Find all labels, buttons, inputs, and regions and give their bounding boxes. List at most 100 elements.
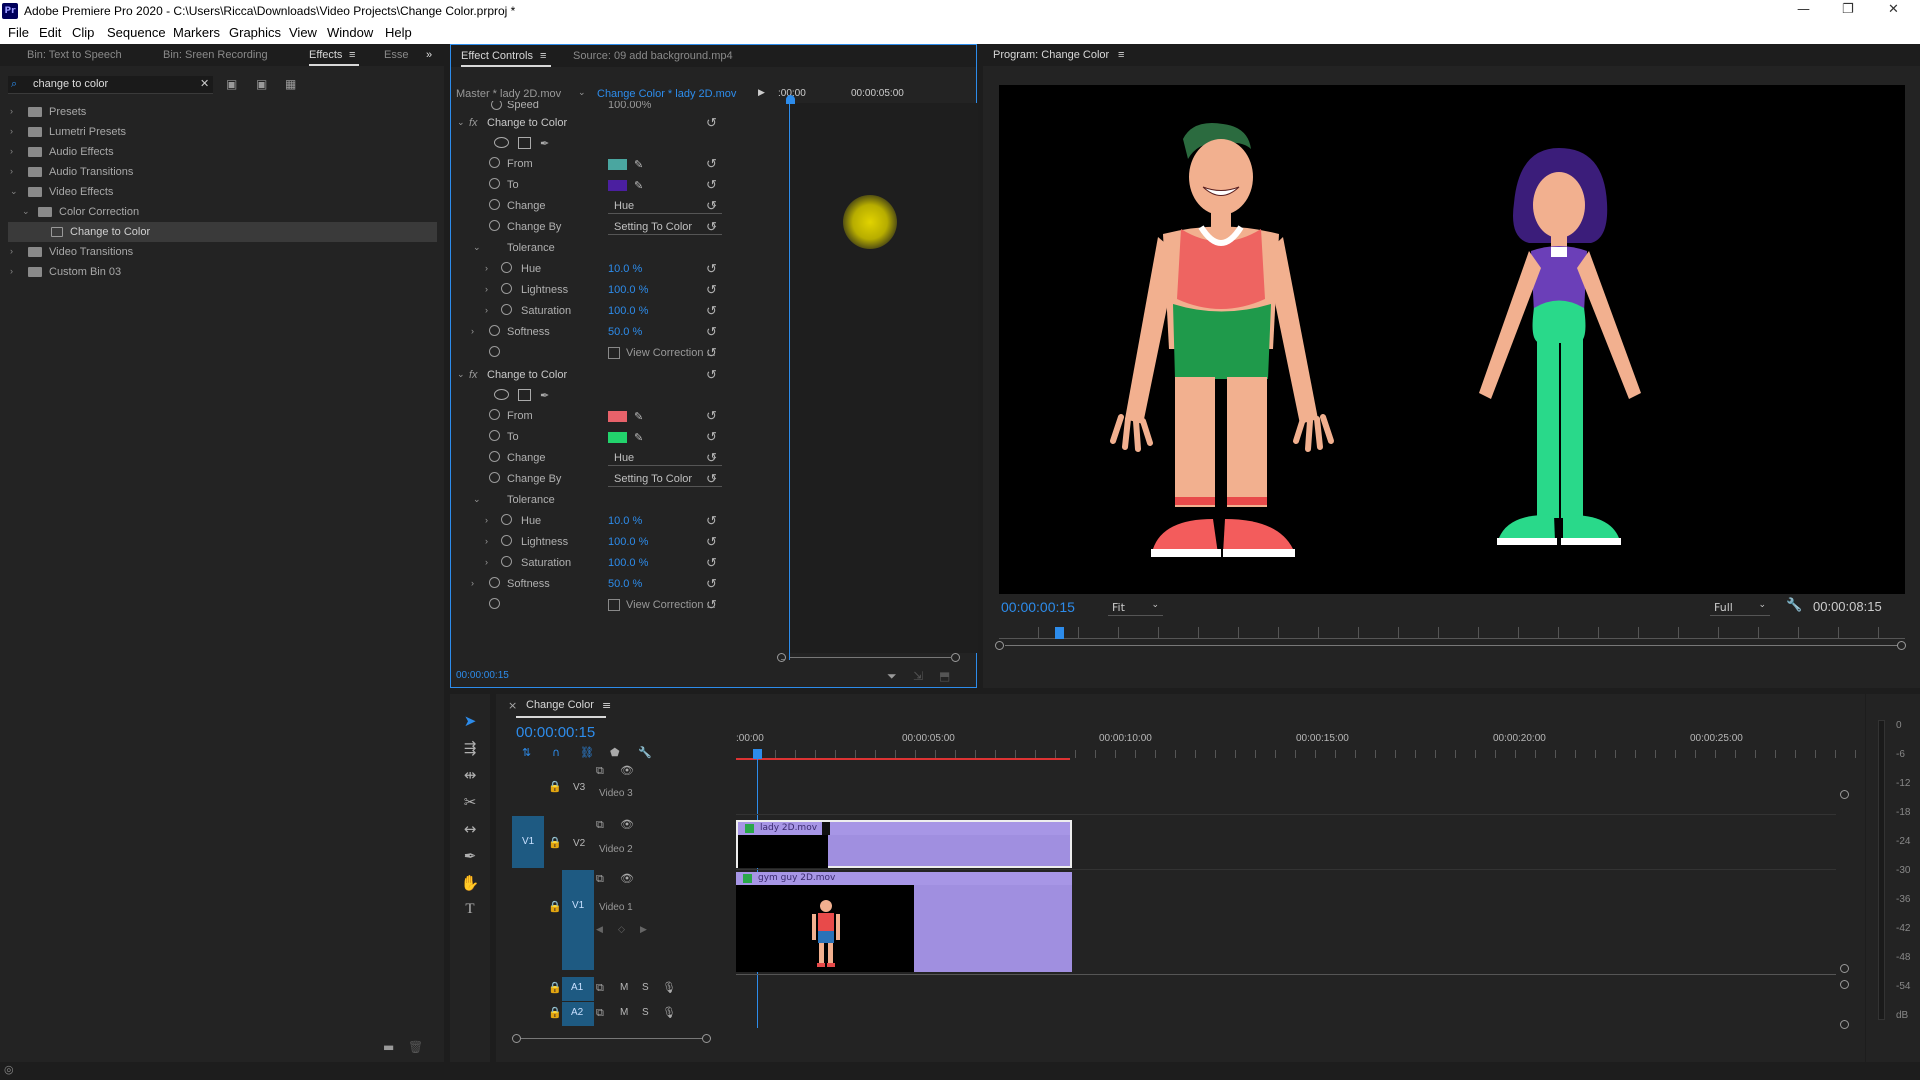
clear-icon[interactable]: ✕: [200, 77, 209, 90]
nest-icon[interactable]: ⇅: [522, 746, 531, 759]
accelerated-effects-icon[interactable]: ▣: [226, 77, 237, 91]
stopwatch-icon[interactable]: [501, 514, 512, 525]
vertical-zoom-handle[interactable]: [1840, 964, 1849, 973]
solo-button[interactable]: S: [642, 1007, 649, 1018]
menu-window[interactable]: Window: [327, 25, 373, 40]
wrench-icon[interactable]: 🔧: [1786, 598, 1802, 613]
hand-tool-icon[interactable]: ✋: [455, 874, 485, 892]
fit-dropdown[interactable]: Fit ⌄: [1108, 600, 1163, 616]
lock-icon[interactable]: 🔒: [548, 900, 562, 913]
timeline-zoom-handle-left[interactable]: [512, 1034, 521, 1043]
stopwatch-icon[interactable]: [489, 598, 500, 609]
hue-tolerance-value[interactable]: 10.0 %: [608, 515, 642, 527]
tab-bin-text-to-speech[interactable]: Bin: Text to Speech: [27, 49, 122, 61]
menu-clip[interactable]: Clip: [72, 25, 94, 40]
zoom-handle-left[interactable]: [777, 653, 786, 662]
wrench-icon[interactable]: 🔧: [638, 746, 652, 759]
rect-mask-icon[interactable]: [518, 389, 531, 401]
audio-zoom-handle[interactable]: [1840, 980, 1849, 989]
lock-icon[interactable]: 🔒: [548, 981, 562, 994]
quality-dropdown[interactable]: Full ⌄: [1710, 600, 1770, 616]
menu-graphics[interactable]: Graphics: [229, 25, 281, 40]
mic-icon[interactable]: 🎙: [662, 1006, 676, 1019]
saturation-tolerance-value[interactable]: 100.0 %: [608, 557, 648, 569]
reset-icon[interactable]: ↺: [706, 367, 717, 383]
stopwatch-icon[interactable]: [501, 262, 512, 273]
reset-icon[interactable]: ↺: [706, 429, 717, 445]
reset-icon[interactable]: ↺: [706, 303, 717, 319]
sequence-clip-label[interactable]: Change Color * lady 2D.mov: [597, 88, 736, 100]
reset-icon[interactable]: ↺: [706, 282, 717, 298]
program-zoom-handle-right[interactable]: [1897, 641, 1906, 650]
stopwatch-icon[interactable]: [489, 346, 500, 357]
to-color-swatch[interactable]: [608, 180, 627, 191]
source-patch-v1[interactable]: V1: [512, 816, 544, 868]
stopwatch-icon[interactable]: [501, 535, 512, 546]
hue-tolerance-value[interactable]: 10.0 %: [608, 263, 642, 275]
lock-icon[interactable]: 🔒: [548, 836, 562, 849]
lock-icon[interactable]: 🔒: [548, 1006, 562, 1019]
next-keyframe-icon[interactable]: ▶: [640, 925, 647, 935]
audio-zoom-handle[interactable]: [1840, 1020, 1849, 1029]
stopwatch-icon[interactable]: [491, 101, 502, 110]
tree-item-audio-transitions[interactable]: › Audio Transitions: [0, 162, 440, 182]
change-by-dropdown[interactable]: Setting To Color ⌄: [608, 220, 722, 235]
from-color-swatch[interactable]: [608, 159, 627, 170]
menu-markers[interactable]: Markers: [173, 25, 220, 40]
timeline-ruler[interactable]: :00:00 00:00:05:00 00:00:10:00 00:00:15:…: [736, 730, 1866, 750]
trash-icon[interactable]: 🗑: [408, 1040, 423, 1054]
view-correction-checkbox[interactable]: [608, 347, 620, 359]
reset-icon[interactable]: ↺: [706, 261, 717, 277]
reset-icon[interactable]: ↺: [706, 156, 717, 172]
program-time-ruler[interactable]: [999, 627, 1905, 639]
tab-source[interactable]: Source: 09 add background.mp4: [573, 50, 733, 62]
keyframe-icon[interactable]: ◇: [618, 925, 625, 935]
stopwatch-icon[interactable]: [489, 451, 500, 462]
program-menu-icon[interactable]: ≡: [1118, 49, 1124, 61]
reset-icon[interactable]: ↺: [706, 471, 717, 487]
tree-item-change-to-color[interactable]: Change to Color: [8, 222, 437, 242]
sync-lock-icon[interactable]: ⧉: [596, 1006, 604, 1020]
maximize-icon[interactable]: ❐: [1842, 2, 1854, 17]
change-by-dropdown[interactable]: Setting To Color ⌄: [608, 472, 722, 487]
ellipse-mask-icon[interactable]: [494, 389, 509, 400]
overflow-tabs-icon[interactable]: »: [426, 49, 432, 61]
slip-tool-icon[interactable]: ↔: [455, 820, 485, 838]
minimize-icon[interactable]: —: [1797, 2, 1810, 17]
ripple-edit-tool-icon[interactable]: ⇹: [455, 766, 485, 784]
reset-icon[interactable]: ↺: [706, 219, 717, 235]
export-frame-icon[interactable]: ⬒: [939, 669, 950, 683]
sync-lock-icon[interactable]: ⧉: [596, 872, 604, 886]
export-icon[interactable]: ⇲: [913, 669, 923, 683]
reset-icon[interactable]: ↺: [706, 324, 717, 340]
program-timecode[interactable]: 00:00:00:15: [1001, 599, 1075, 615]
stopwatch-icon[interactable]: [489, 430, 500, 441]
timeline-zoom-handle-right[interactable]: [702, 1034, 711, 1043]
change-dropdown[interactable]: Hue ⌄: [608, 199, 722, 214]
reset-icon[interactable]: ↺: [706, 597, 717, 613]
lightness-tolerance-value[interactable]: 100.0 %: [608, 536, 648, 548]
from-color-swatch[interactable]: [608, 411, 627, 422]
to-color-swatch[interactable]: [608, 432, 627, 443]
video-canvas[interactable]: [999, 85, 1905, 594]
stopwatch-icon[interactable]: [489, 472, 500, 483]
sync-lock-icon[interactable]: ⧉: [596, 764, 604, 778]
tree-item-audio-effects[interactable]: › Audio Effects: [0, 142, 440, 162]
eyedropper-icon[interactable]: ✎: [634, 179, 643, 192]
effect-controls-menu-icon[interactable]: ≡: [540, 50, 546, 62]
tab-effects[interactable]: Effects: [309, 49, 342, 61]
track-target-v1[interactable]: V1: [562, 870, 594, 970]
change-dropdown[interactable]: Hue ⌄: [608, 451, 722, 466]
stopwatch-icon[interactable]: [489, 199, 500, 210]
snap-icon[interactable]: ∩: [552, 746, 560, 759]
program-playhead[interactable]: [1055, 627, 1064, 639]
view-correction-checkbox[interactable]: [608, 599, 620, 611]
sequence-menu-icon[interactable]: ≡: [602, 699, 611, 712]
track-select-tool-icon[interactable]: ⇶: [455, 739, 485, 757]
stopwatch-icon[interactable]: [489, 409, 500, 420]
ellipse-mask-icon[interactable]: [494, 137, 509, 148]
stopwatch-icon[interactable]: [489, 178, 500, 189]
menu-sequence[interactable]: Sequence: [107, 25, 166, 40]
eye-icon[interactable]: 👁: [620, 818, 634, 831]
mute-button[interactable]: M: [620, 982, 628, 993]
